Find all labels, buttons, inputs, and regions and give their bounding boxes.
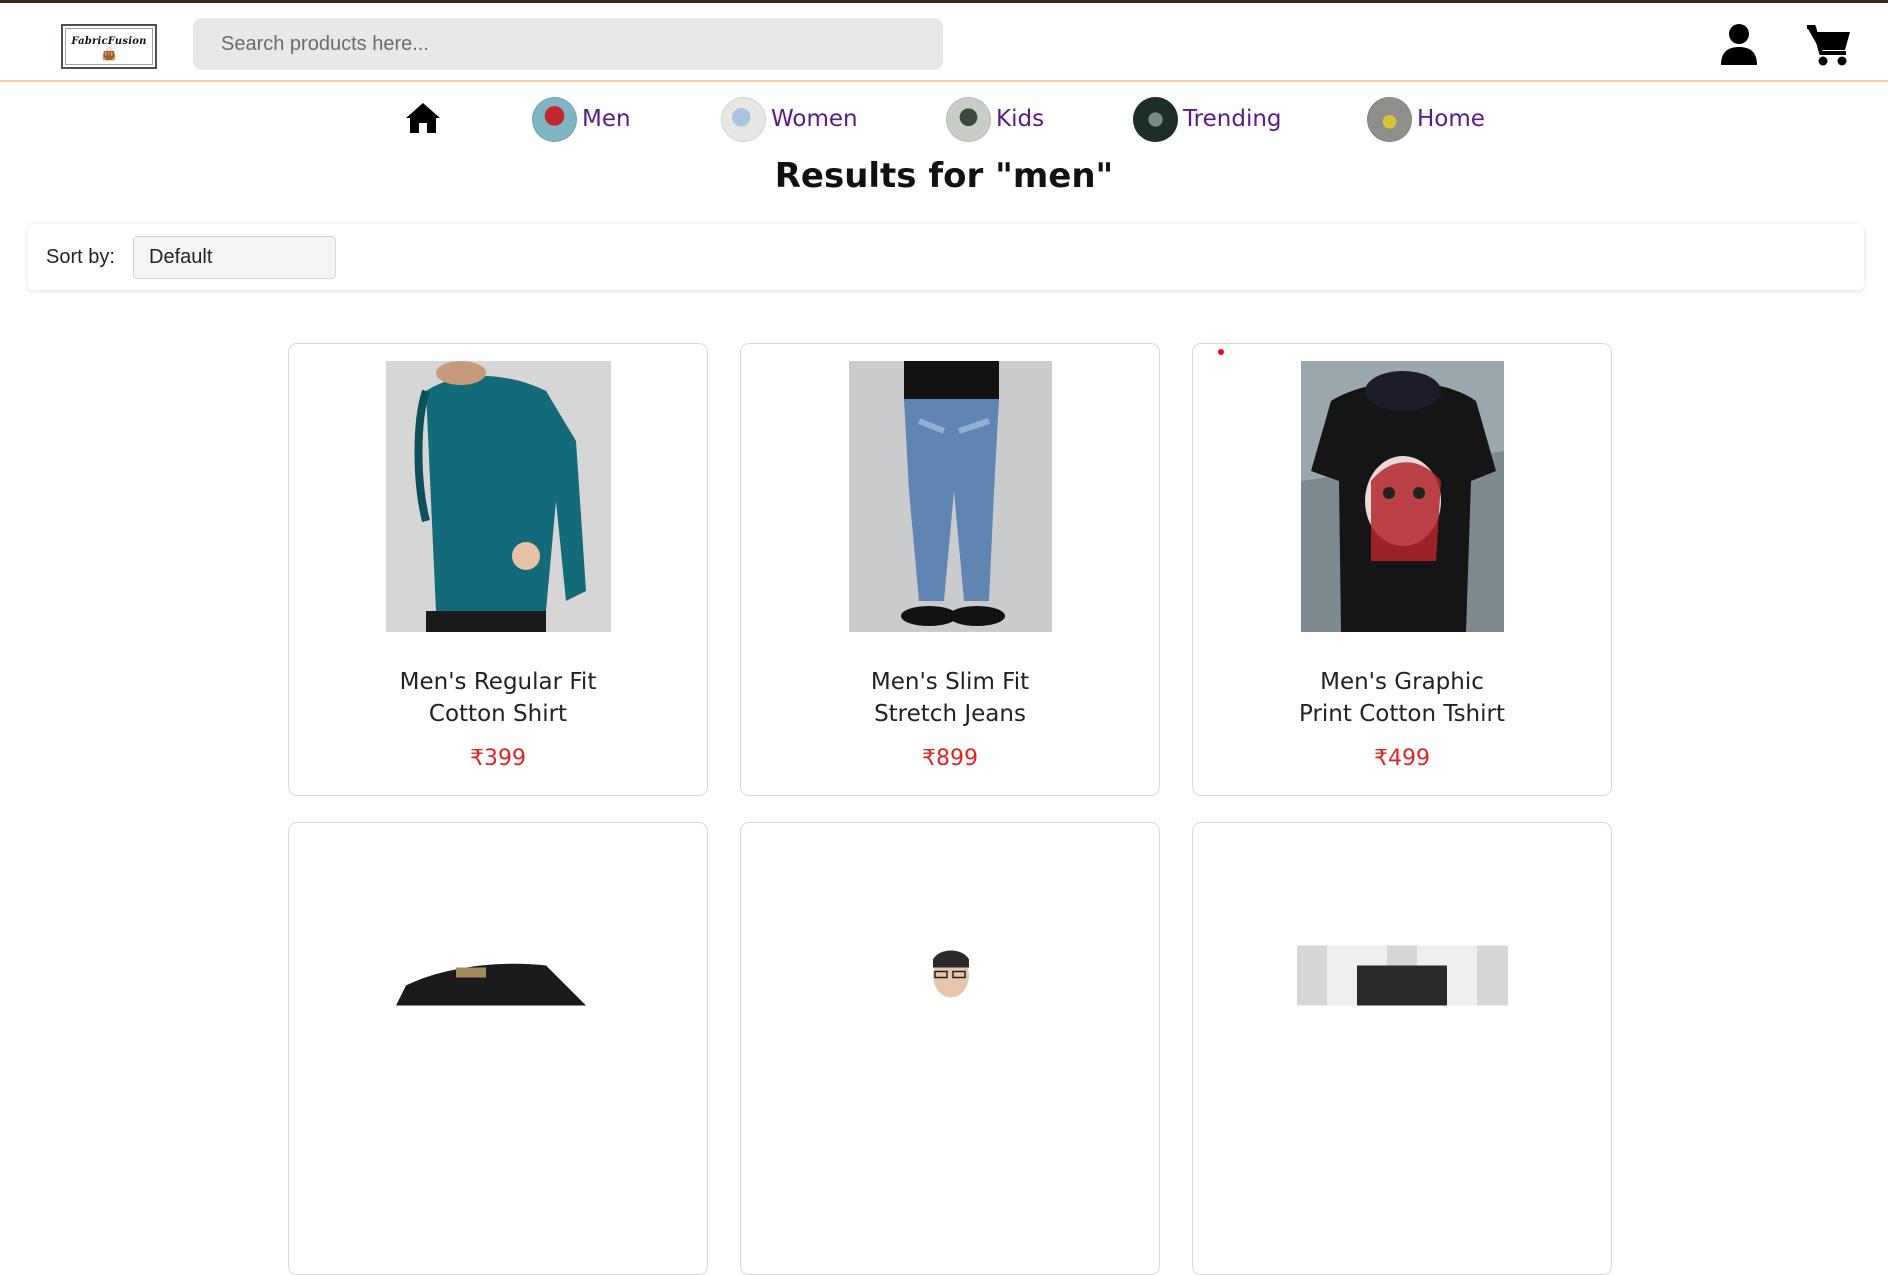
product-image bbox=[849, 945, 1052, 1006]
nav-label: Trending bbox=[1183, 106, 1282, 132]
trending-category-thumbnail bbox=[1133, 96, 1178, 142]
logo-text: FabricFusion bbox=[71, 36, 147, 47]
sort-bar: Sort by: Default bbox=[28, 224, 1864, 290]
product-card[interactable] bbox=[1192, 822, 1612, 1275]
nav-item-home[interactable]: Home bbox=[1367, 96, 1485, 142]
nav-label: Home bbox=[1417, 106, 1485, 132]
site-logo[interactable]: FabricFusion 👜 bbox=[61, 24, 157, 69]
women-category-thumbnail bbox=[721, 96, 766, 142]
category-nav: Men Women Kids Trending Home bbox=[0, 92, 1888, 148]
product-image bbox=[1301, 361, 1504, 632]
product-name-line: Men's Regular Fit bbox=[399, 669, 597, 695]
product-name: Men's Slim Fit Stretch Jeans bbox=[741, 666, 1159, 730]
nav-label: Women bbox=[771, 106, 858, 132]
home-category-thumbnail bbox=[1367, 96, 1412, 142]
kids-category-thumbnail bbox=[946, 96, 991, 142]
men-category-thumbnail bbox=[532, 96, 577, 142]
product-price: ₹399 bbox=[470, 746, 526, 771]
product-image bbox=[849, 361, 1052, 632]
results-title: Results for "men" bbox=[774, 156, 1114, 196]
product-card[interactable]: Men's Graphic Print Cotton Tshirt ₹499 bbox=[1192, 343, 1612, 796]
product-image bbox=[386, 361, 611, 632]
search-input[interactable] bbox=[193, 18, 943, 70]
site-header: FabricFusion 👜 bbox=[0, 3, 1888, 82]
sort-select[interactable]: Default bbox=[133, 236, 336, 279]
home-icon[interactable] bbox=[404, 101, 442, 139]
cart-icon[interactable] bbox=[1805, 23, 1853, 71]
product-name-line: Stretch Jeans bbox=[874, 701, 1026, 727]
product-price: ₹499 bbox=[1374, 746, 1430, 771]
nav-item-men[interactable]: Men bbox=[532, 96, 631, 142]
nav-label: Kids bbox=[996, 106, 1045, 132]
nav-label: Men bbox=[582, 106, 631, 132]
user-icon[interactable] bbox=[1718, 23, 1760, 71]
product-name: Men's Graphic Print Cotton Tshirt bbox=[1193, 666, 1611, 730]
product-name: Men's Regular Fit Cotton Shirt bbox=[289, 666, 707, 730]
product-price: ₹899 bbox=[922, 746, 978, 771]
nav-item-kids[interactable]: Kids bbox=[946, 96, 1044, 142]
product-image bbox=[1297, 945, 1508, 1006]
product-name-line: Print Cotton Tshirt bbox=[1298, 701, 1505, 727]
product-name-line: Men's Graphic bbox=[1320, 669, 1484, 695]
product-card[interactable]: Men's Slim Fit Stretch Jeans ₹899 bbox=[740, 343, 1160, 796]
cursor-dot bbox=[1218, 349, 1224, 355]
nav-item-trending[interactable]: Trending bbox=[1133, 96, 1282, 142]
product-card[interactable]: Men's Regular Fit Cotton Shirt ₹399 bbox=[288, 343, 708, 796]
sort-label: Sort by: bbox=[46, 246, 115, 268]
nav-item-women[interactable]: Women bbox=[721, 96, 858, 142]
bag-icon: 👜 bbox=[101, 47, 117, 61]
product-card[interactable] bbox=[288, 822, 708, 1275]
product-image bbox=[386, 945, 611, 1006]
product-name-line: Cotton Shirt bbox=[428, 701, 568, 727]
product-card[interactable] bbox=[740, 822, 1160, 1275]
product-name-line: Men's Slim Fit bbox=[870, 669, 1030, 695]
